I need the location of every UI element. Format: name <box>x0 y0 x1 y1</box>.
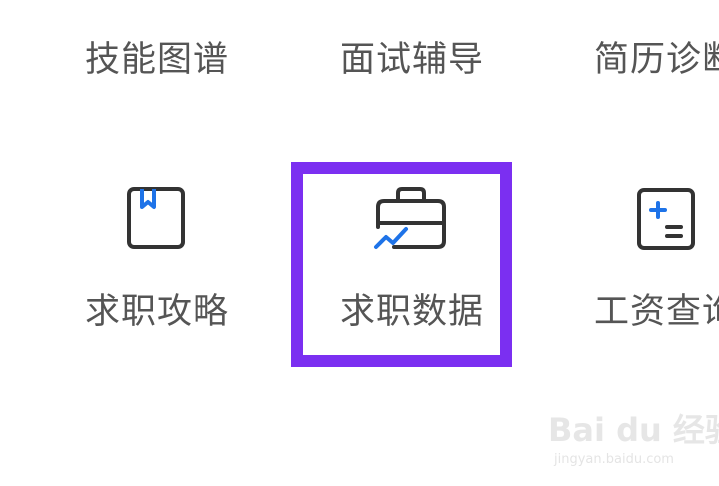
resume-diagnosis-icon <box>630 0 690 4</box>
watermark-brand: Bai du 经验 <box>548 411 719 449</box>
tile-label: 简历诊断 <box>594 40 719 80</box>
tile-label: 技能图谱 <box>85 40 230 80</box>
bookmark-book-icon <box>127 187 185 249</box>
highlight-box <box>291 162 512 367</box>
baidu-jingyan-watermark: Bai du 经验 jingyan.baidu.com <box>548 410 719 472</box>
skill-map-icon <box>140 0 180 4</box>
watermark-url: jingyan.baidu.com <box>554 452 674 467</box>
app-grid-screen: 技能图谱 面试辅导 简历诊断 求职攻略 求职数据 工资查询 <box>0 0 719 486</box>
tile-label: 工资查询 <box>594 292 719 332</box>
calculator-icon <box>637 188 695 250</box>
tile-label: 求职攻略 <box>85 292 230 332</box>
interview-coach-icon <box>368 0 428 4</box>
tile-label: 面试辅导 <box>340 40 485 80</box>
